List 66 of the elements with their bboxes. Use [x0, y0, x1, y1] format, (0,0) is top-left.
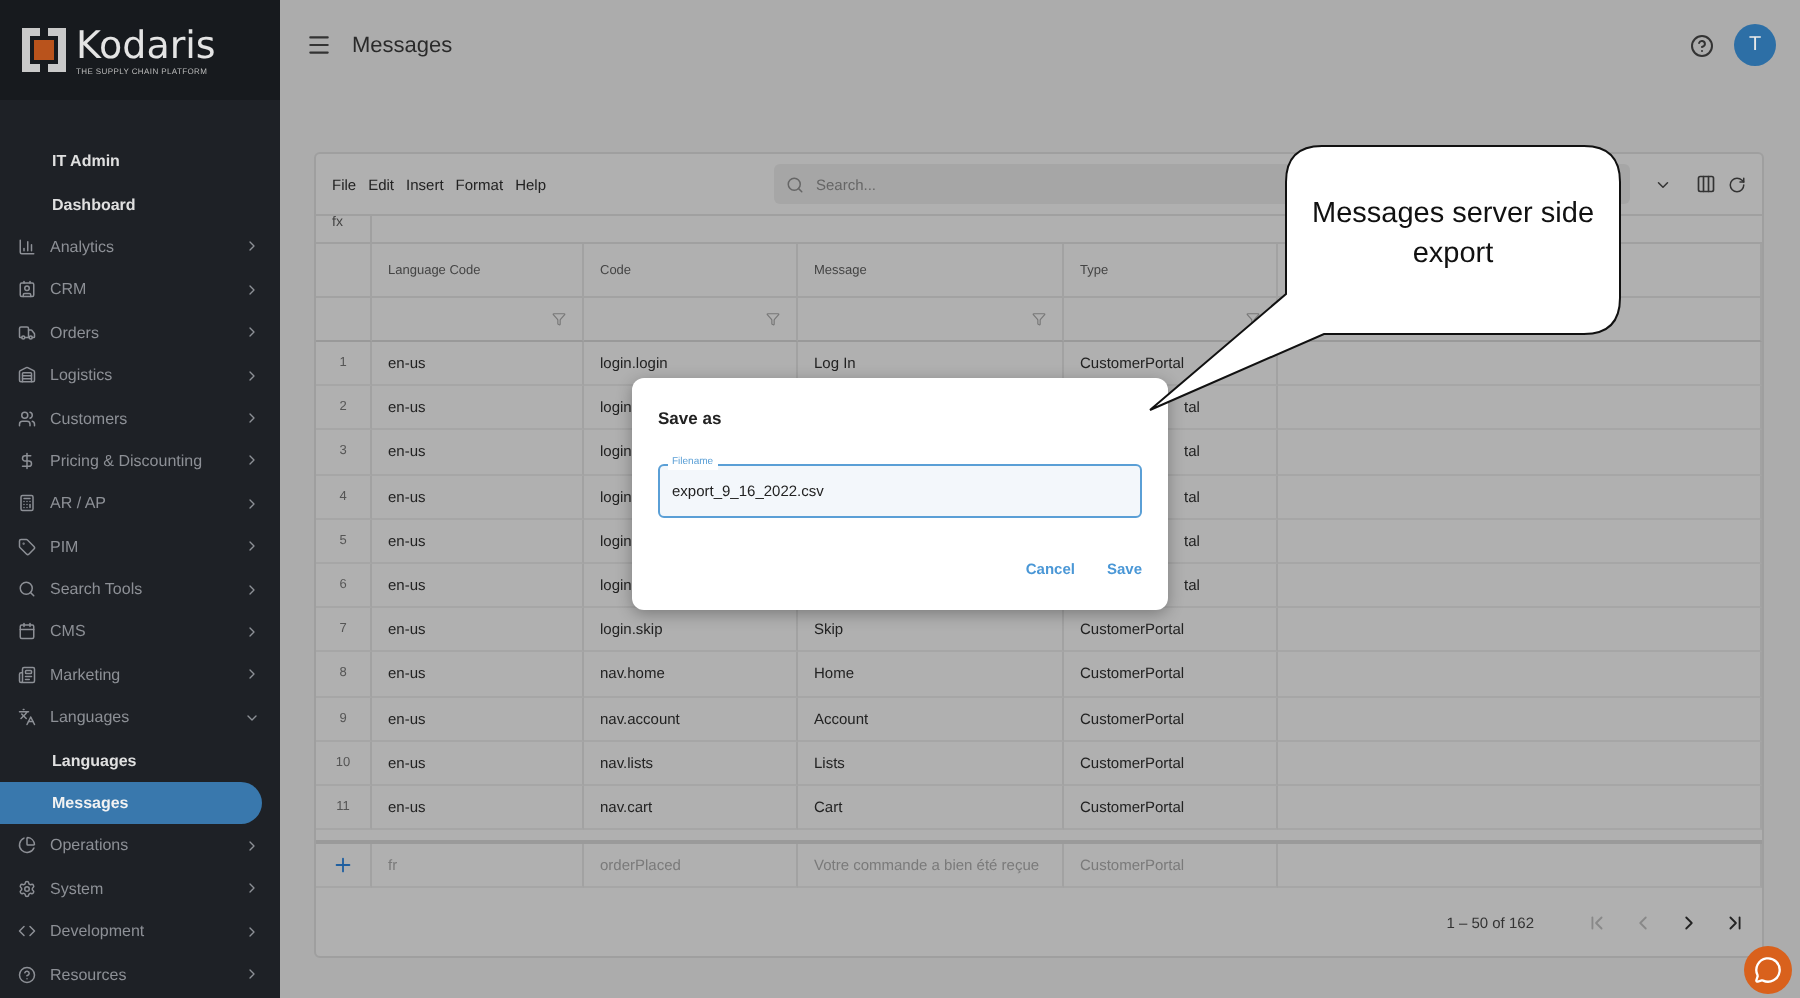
- last-page-icon[interactable]: [1724, 911, 1746, 934]
- nav-icon: [18, 922, 36, 941]
- dialog-title: Save as: [658, 408, 724, 428]
- chevron-right-icon: [244, 495, 260, 512]
- nav-icon: [18, 409, 36, 428]
- chevron-right-icon: [244, 837, 260, 854]
- nav-icon: [18, 323, 36, 342]
- sidebar-item[interactable]: CRM: [0, 268, 280, 312]
- logo-icon: [20, 26, 68, 74]
- sidebar-item[interactable]: Logistics: [0, 353, 280, 397]
- add-row-icon[interactable]: [332, 854, 354, 877]
- nav-icon: [18, 494, 36, 513]
- nav-icon: [18, 280, 36, 299]
- nav-icon: [18, 708, 36, 727]
- nav-icon: [18, 622, 36, 641]
- nav-icon: [18, 237, 36, 256]
- chevron-right-icon: [244, 410, 260, 427]
- sidebar-item[interactable]: CMS: [0, 610, 280, 654]
- nav-icon: [18, 665, 36, 684]
- chevron-right-icon: [244, 666, 260, 683]
- nav-icon: [18, 580, 36, 599]
- help-icon[interactable]: [1690, 33, 1714, 57]
- sidebar-item[interactable]: Development: [0, 910, 280, 953]
- refresh-icon[interactable]: [1728, 175, 1746, 193]
- nav-icon: [18, 537, 36, 556]
- sidebar-item[interactable]: IT Admin: [0, 140, 280, 183]
- chevron-right-icon: [244, 238, 260, 255]
- sidebar-item[interactable]: Languages: [0, 696, 280, 739]
- chat-button[interactable]: [1744, 946, 1792, 994]
- nav-icon: [18, 965, 36, 984]
- chevron-right-icon: [244, 324, 260, 341]
- sidebar-item[interactable]: Search Tools: [0, 567, 280, 611]
- search-icon: [786, 175, 804, 193]
- sidebar-item[interactable]: System: [0, 867, 280, 911]
- logo-text: Kodaris: [76, 25, 216, 65]
- sidebar-item[interactable]: Dashboard: [0, 182, 280, 226]
- nav-icon: [18, 879, 36, 898]
- page-title: Messages: [352, 33, 455, 57]
- sidebar-item[interactable]: Marketing: [0, 653, 280, 697]
- sidebar-item[interactable]: Messages: [0, 781, 262, 825]
- chevron-right-icon: [244, 452, 260, 469]
- chevron-right-icon: [244, 581, 260, 598]
- menu-icon[interactable]: [306, 32, 332, 58]
- sidebar-item[interactable]: Analytics: [0, 225, 280, 269]
- sidebar-item[interactable]: AR / AP: [0, 482, 280, 526]
- nav-icon: [18, 366, 36, 385]
- sidebar-item[interactable]: Orders: [0, 311, 280, 354]
- chevron-right-icon: [244, 538, 260, 555]
- chevron-right-icon: [244, 923, 260, 940]
- chevron-right-icon: [244, 367, 260, 384]
- user-avatar[interactable]: T: [1734, 24, 1776, 66]
- sidebar-item[interactable]: Operations: [0, 824, 280, 868]
- chat-icon: [1754, 956, 1782, 984]
- nav-icon: [18, 451, 36, 470]
- chevron-right-icon: [244, 966, 260, 983]
- chevron-right-icon: [244, 281, 260, 298]
- sidebar-item[interactable]: Languages: [0, 738, 280, 782]
- chevron-right-icon: [244, 623, 260, 640]
- filter-icon[interactable]: [1246, 312, 1260, 326]
- chevron-right-icon: [244, 880, 260, 897]
- columns-icon[interactable]: [1696, 174, 1716, 194]
- nav-icon: [18, 836, 36, 855]
- sidebar-item[interactable]: Pricing & Discounting: [0, 439, 280, 483]
- sidebar-item[interactable]: Resources: [0, 952, 280, 996]
- sidebar-item[interactable]: Customers: [0, 396, 280, 440]
- sidebar-item[interactable]: PIM: [0, 525, 280, 568]
